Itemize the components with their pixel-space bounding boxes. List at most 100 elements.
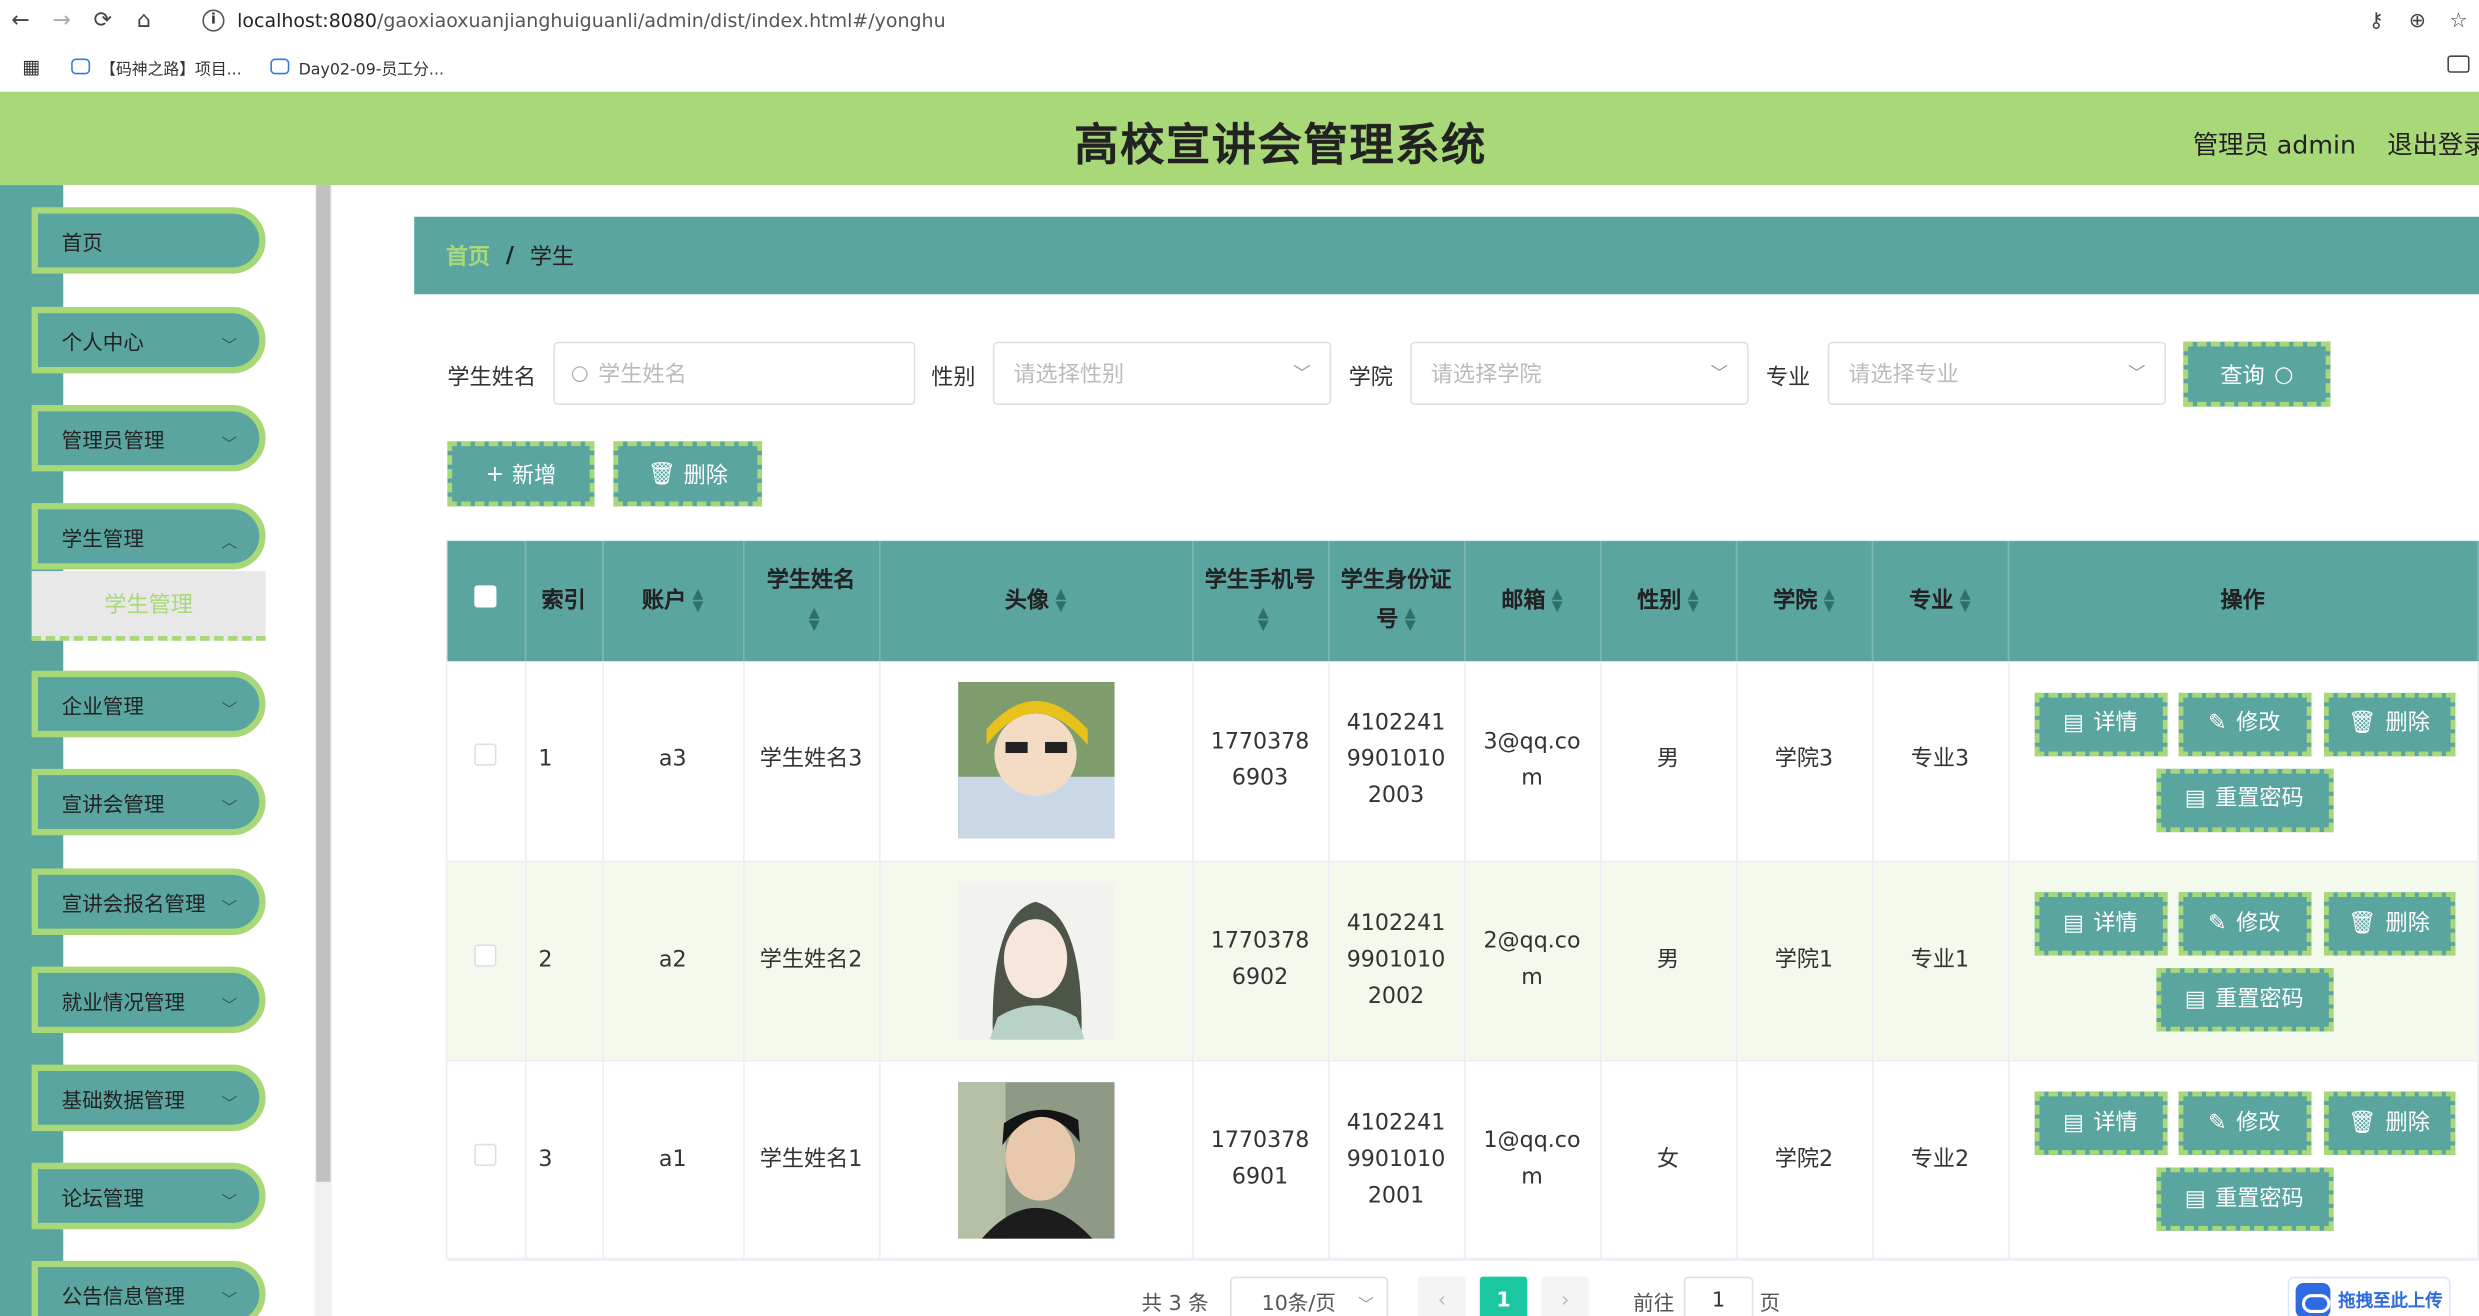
reset-password-button[interactable]: ▤ 重置密码 (2155, 1167, 2333, 1231)
forward-icon[interactable]: → (41, 0, 82, 41)
reload-icon[interactable]: ⟳ (82, 0, 123, 41)
detail-button-label: 详情 (2093, 710, 2138, 737)
app-title: 高校宣讲会管理系统 (1074, 118, 1487, 171)
sidebar-item-label: 个人中心 (61, 331, 144, 356)
avatar[interactable] (957, 1081, 1114, 1238)
detail-button[interactable]: ▤ 详情 (2033, 692, 2167, 756)
col-account-label: 账户 (641, 587, 687, 614)
major-select-placeholder: 请选择专业 (1848, 362, 1959, 388)
url-path: /gaoxiaoxuanjianghuiguanli/admin/dist/in… (376, 9, 946, 32)
bookmark-1[interactable]: 【码神之路】项目... (71, 55, 242, 78)
checkbox[interactable] (474, 584, 497, 607)
goto-page-input[interactable]: 1 (1683, 1276, 1754, 1316)
next-page-button[interactable]: › (1541, 1276, 1589, 1316)
sort-icon[interactable]: ▲ ▼ (1824, 587, 1835, 614)
scrollbar-thumb[interactable] (316, 185, 331, 1182)
row-checkbox[interactable] (474, 743, 497, 767)
sort-icon[interactable]: ▲ ▼ (1055, 587, 1066, 614)
table-row: 3 a1 学生姓名1 17703786901 41022419901010200… (447, 1059, 2479, 1261)
apps-icon[interactable]: ▦ (22, 55, 40, 77)
filter-gender-label: 性别 (931, 365, 976, 391)
select-all-checkbox[interactable] (447, 541, 526, 662)
delete-row-button[interactable]: 🗑 删除 (2323, 692, 2455, 756)
cell-avatar (879, 661, 1193, 862)
col-avatar-label: 头像 (1004, 587, 1050, 614)
sidebar-item-label: 就业情况管理 (61, 991, 186, 1015)
reset-password-button[interactable]: ▤ 重置密码 (2155, 768, 2333, 832)
chevron-down-icon: ﹀ (1293, 363, 1311, 385)
col-college[interactable]: 学院 ▲ ▼ (1735, 541, 1873, 662)
row-checkbox[interactable] (474, 943, 497, 966)
col-idcard-label: 学生身份证号 (1340, 567, 1452, 633)
sidebar-item-registrations[interactable]: 宣讲会报名管理 ﹀ (31, 868, 266, 935)
col-major[interactable]: 专业 ▲ ▼ (1871, 541, 2009, 662)
home-icon[interactable]: ⌂ (123, 0, 164, 41)
back-icon[interactable]: ← (0, 0, 41, 41)
prev-page-button[interactable]: ‹ (1418, 1276, 1466, 1316)
col-phone[interactable]: 学生手机号 ▲ ▼ (1192, 541, 1329, 662)
sort-icon[interactable]: ▲ ▼ (1258, 607, 1269, 634)
col-account[interactable]: 账户 ▲ ▼ (602, 541, 744, 662)
upload-widget[interactable]: 拖拽至此上传 (2287, 1276, 2451, 1316)
search-input[interactable]: ○ 学生姓名 (553, 341, 916, 405)
zoom-icon[interactable]: ⊕ (2397, 9, 2438, 33)
sidebar-item-companies[interactable]: 企业管理 ﹀ (31, 670, 266, 738)
bookmark-2[interactable]: Day02-09-员工分... (270, 55, 444, 78)
edit-button[interactable]: ✎ 修改 (2177, 692, 2311, 756)
sort-icon[interactable]: ▲ ▼ (1405, 607, 1416, 634)
info-icon[interactable]: i (202, 9, 225, 32)
delete-button[interactable]: 🗑 删除 (613, 441, 763, 507)
major-select[interactable]: 请选择专业 ﹀ (1827, 341, 2166, 405)
cell-index: 3 (524, 1059, 604, 1261)
folder-icon[interactable] (2447, 55, 2470, 73)
sidebar-item-forum[interactable]: 论坛管理 ﹀ (31, 1162, 266, 1230)
sidebar-item-label: 学生管理 (61, 527, 144, 552)
sort-icon[interactable]: ▲ ▼ (1960, 587, 1971, 614)
sidebar-item-students[interactable]: 学生管理 ︿ (31, 503, 266, 570)
breadcrumb-home[interactable]: 首页 (446, 240, 490, 272)
detail-button[interactable]: ▤ 详情 (2033, 892, 2167, 956)
url-host: localhost:8080 (237, 9, 377, 32)
cell-ops: ▤ 详情 ✎ 修改 🗑 删除 ▤ 重置密码 (2007, 1059, 2479, 1261)
table-row: 2 a2 学生姓名2 17703786902 41022419901010200… (447, 860, 2479, 1061)
sidebar-scrollbar[interactable] (314, 185, 333, 1316)
sidebar-item-label: 公告信息管理 (61, 1285, 186, 1310)
logout-link[interactable]: 退出登录 (2387, 123, 2479, 161)
avatar[interactable] (957, 881, 1114, 1039)
sidebar-item-admins[interactable]: 管理员管理 ﹀ (31, 404, 266, 472)
sidebar-item-home[interactable]: 首页 (31, 207, 266, 274)
detail-button[interactable]: ▤ 详情 (2033, 1091, 2167, 1155)
sidebar-item-notices[interactable]: 公告信息管理 ﹀ (31, 1260, 266, 1316)
row-checkbox[interactable] (474, 1142, 497, 1166)
search-button[interactable]: 查询 ○ (2183, 341, 2331, 407)
delete-row-button[interactable]: 🗑 删除 (2323, 892, 2455, 956)
page-size-select[interactable]: 10条/页 ﹀ (1230, 1276, 1389, 1316)
edit-button[interactable]: ✎ 修改 (2177, 1091, 2311, 1155)
col-avatar[interactable]: 头像 ▲ ▼ (879, 541, 1193, 662)
col-email[interactable]: 邮箱 ▲ ▼ (1464, 541, 1601, 662)
add-button[interactable]: + 新增 (447, 441, 595, 507)
key-icon[interactable]: ⚷ (2356, 9, 2397, 33)
col-gender[interactable]: 性别 ▲ ▼ (1599, 541, 1737, 662)
sidebar-item-basedata[interactable]: 基础数据管理 ﹀ (31, 1064, 266, 1132)
college-select[interactable]: 请选择学院 ﹀ (1410, 341, 1749, 405)
sidebar-item-talks[interactable]: 宣讲会管理 ﹀ (31, 768, 266, 836)
gender-select[interactable]: 请选择性别 ﹀ (992, 341, 1332, 405)
col-name[interactable]: 学生姓名 ▲ ▼ (743, 541, 880, 662)
main-content: 首页 / 学生 学生姓名 ○ 学生姓名 性别 请选择性别 ﹀ 学院 请选择学院 ﹀ 专… (332, 185, 2479, 1316)
sort-icon[interactable]: ▲ ▼ (1552, 587, 1563, 614)
address-bar[interactable]: i localhost:8080/gaoxiaoxuanjianghuiguan… (202, 6, 946, 34)
sidebar-subitem-students[interactable]: 学生管理 (31, 571, 266, 641)
star-icon[interactable]: ☆ (2438, 9, 2479, 33)
sort-icon[interactable]: ▲ ▼ (809, 607, 820, 634)
avatar[interactable] (957, 682, 1114, 839)
col-idcard[interactable]: 学生身份证号 ▲ ▼ (1328, 541, 1465, 662)
page-number-current[interactable]: 1 (1479, 1276, 1528, 1316)
sort-icon[interactable]: ▲ ▼ (693, 587, 704, 614)
delete-row-button[interactable]: 🗑 删除 (2323, 1091, 2455, 1155)
edit-button[interactable]: ✎ 修改 (2177, 892, 2311, 956)
sort-icon[interactable]: ▲ ▼ (1688, 587, 1699, 614)
sidebar-item-personal[interactable]: 个人中心 ﹀ (31, 306, 266, 374)
reset-password-button[interactable]: ▤ 重置密码 (2155, 968, 2333, 1032)
sidebar-item-employment[interactable]: 就业情况管理 ﹀ (31, 966, 266, 1034)
